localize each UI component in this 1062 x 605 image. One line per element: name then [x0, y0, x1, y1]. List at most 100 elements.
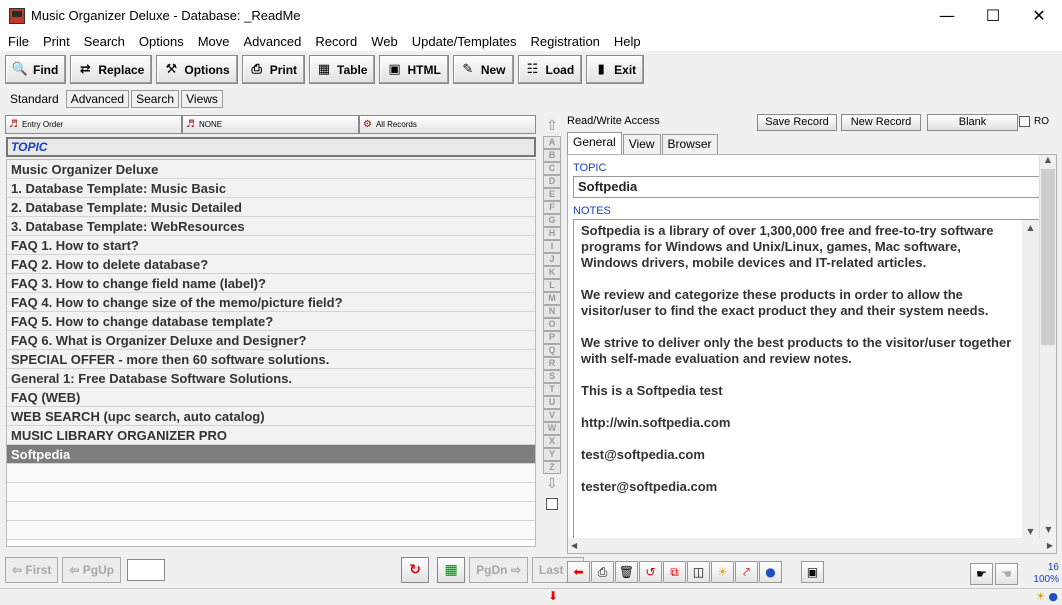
menu-help[interactable]: Help — [607, 34, 648, 49]
tab-view[interactable]: View — [622, 134, 661, 154]
alphabet-letter-f[interactable]: F — [543, 201, 561, 214]
menu-update-templates[interactable]: Update/Templates — [405, 34, 524, 49]
calculator-icon[interactable]: ▦ — [437, 556, 466, 583]
alphabet-letter-q[interactable]: Q — [543, 344, 561, 357]
globe-icon[interactable]: ● — [759, 561, 782, 583]
alphabet-letter-t[interactable]: T — [543, 383, 561, 396]
goto-record-input[interactable] — [127, 558, 166, 581]
pgdn-button[interactable]: PgDn ⇨ — [469, 556, 528, 583]
alphabet-letter-b[interactable]: B — [543, 149, 561, 162]
list-item[interactable]: FAQ 2. How to delete database? — [7, 255, 535, 274]
alphabet-letter-v[interactable]: V — [543, 409, 561, 422]
scroll-up-icon[interactable]: ⇧ — [542, 116, 562, 136]
list-item[interactable]: General 1: Free Database Software Soluti… — [7, 369, 535, 388]
status-globe-icon[interactable]: ● — [1048, 590, 1058, 603]
alphabet-letter-j[interactable]: J — [543, 253, 561, 266]
alphabet-letter-l[interactable]: L — [543, 279, 561, 292]
scroll-left-arrow-icon[interactable]: ◀ — [571, 541, 577, 550]
first-button[interactable]: ⇦ First — [5, 556, 59, 583]
scroll-down-arrow-icon[interactable]: ▼ — [1022, 524, 1039, 538]
alphabet-letter-d[interactable]: D — [543, 175, 561, 188]
hint-bulb-icon[interactable]: ☀ — [1036, 590, 1046, 603]
alphabet-letter-p[interactable]: P — [543, 331, 561, 344]
delete-icon[interactable]: 🗑 — [615, 561, 638, 583]
form-vertical-scrollbar[interactable]: ▲ ▼ — [1039, 155, 1056, 539]
tab-general[interactable]: General — [567, 132, 622, 154]
html-button[interactable]: ▣ HTML — [379, 55, 449, 84]
lightbulb-icon[interactable]: ☀ — [711, 561, 734, 583]
new-record-button[interactable]: New Record — [841, 114, 921, 131]
alphabet-letter-a[interactable]: A — [543, 136, 561, 149]
alphabet-letter-u[interactable]: U — [543, 396, 561, 409]
print-record-icon[interactable]: ⎙ — [591, 561, 614, 583]
read-only-toggle[interactable]: RO — [1019, 116, 1049, 127]
alphabet-letter-z[interactable]: Z — [543, 461, 561, 474]
list-item[interactable]: FAQ (WEB) — [7, 388, 535, 407]
undo-icon[interactable]: ↺ — [639, 561, 662, 583]
load-button[interactable]: ☷ Load — [517, 55, 583, 84]
pointer-right-icon[interactable]: ☚ — [995, 563, 1018, 585]
tab-views[interactable]: Views — [181, 90, 223, 108]
menu-file[interactable]: File — [1, 34, 36, 49]
menu-registration[interactable]: Registration — [524, 34, 607, 49]
sort-order-button[interactable]: ♬ Entry Order — [5, 115, 182, 134]
list-item[interactable]: WEB SEARCH (upc search, auto catalog) — [7, 407, 535, 426]
scroll-up-arrow-icon[interactable]: ▲ — [1022, 220, 1039, 234]
scroll-right-arrow-icon[interactable]: ▶ — [1047, 541, 1053, 550]
alphabet-letter-k[interactable]: K — [543, 266, 561, 279]
list-item[interactable]: SPECIAL OFFER - more then 60 software so… — [7, 350, 535, 369]
alphabet-letter-x[interactable]: X — [543, 435, 561, 448]
blank-button[interactable]: Blank — [927, 114, 1018, 131]
tab-search[interactable]: Search — [131, 90, 180, 108]
alphabet-letter-g[interactable]: G — [543, 214, 561, 227]
maximize-button[interactable]: ☐ — [970, 0, 1016, 31]
menu-move[interactable]: Move — [191, 34, 237, 49]
alphabet-letter-n[interactable]: N — [543, 305, 561, 318]
list-item[interactable]: MUSIC LIBRARY ORGANIZER PRO — [7, 426, 535, 445]
save-disk-icon[interactable]: ▣ — [801, 561, 824, 583]
find-button[interactable]: 🔍 Find — [5, 55, 67, 84]
exit-button[interactable]: ▮ Exit — [586, 55, 645, 84]
menu-options[interactable]: Options — [132, 34, 191, 49]
table-button[interactable]: ▦ Table — [309, 55, 376, 84]
new-button[interactable]: ✎ New — [452, 55, 514, 84]
alphabet-letter-r[interactable]: R — [543, 357, 561, 370]
copy-record-icon[interactable]: ⧉ — [663, 561, 686, 583]
list-item-selected[interactable]: Softpedia — [7, 445, 535, 464]
list-item[interactable]: FAQ 4. How to change size of the memo/pi… — [7, 293, 535, 312]
menu-search[interactable]: Search — [77, 34, 132, 49]
topic-field[interactable]: Softpedia — [573, 176, 1040, 198]
tab-standard[interactable]: Standard — [5, 90, 64, 108]
alphabet-letter-i[interactable]: I — [543, 240, 561, 253]
list-item[interactable]: 1. Database Template: Music Basic — [7, 179, 535, 198]
alphabet-letter-y[interactable]: Y — [543, 448, 561, 461]
list-item[interactable]: FAQ 1. How to start? — [7, 236, 535, 255]
records-filter-button[interactable]: ⚙ All Records — [359, 115, 536, 134]
menu-advanced[interactable]: Advanced — [237, 34, 309, 49]
back-arrow-icon[interactable]: ⬅ — [567, 561, 590, 583]
tab-advanced[interactable]: Advanced — [65, 90, 130, 108]
menu-print[interactable]: Print — [36, 34, 77, 49]
alphabet-letter-s[interactable]: S — [543, 370, 561, 383]
scroll-down-arrow-icon[interactable]: ▼ — [1040, 525, 1057, 539]
alphabet-letter-h[interactable]: H — [543, 227, 561, 240]
minimize-button[interactable]: — — [924, 0, 970, 31]
scroll-up-arrow-icon[interactable]: ▲ — [1040, 155, 1056, 169]
filter-button[interactable]: ♬ NONE — [182, 115, 359, 134]
alphabet-letter-e[interactable]: E — [543, 188, 561, 201]
list-item[interactable]: FAQ 6. What is Organizer Deluxe and Desi… — [7, 331, 535, 350]
import-icon[interactable]: ⤤ — [735, 561, 758, 583]
notes-field[interactable]: Softpedia is a library of over 1,300,000… — [573, 219, 1040, 539]
alphabet-letter-m[interactable]: M — [543, 292, 561, 305]
save-record-button[interactable]: Save Record — [757, 114, 837, 131]
menu-web[interactable]: Web — [364, 34, 405, 49]
pgup-button[interactable]: ⇦ PgUp — [62, 556, 122, 583]
scrollbar-thumb[interactable] — [1041, 169, 1055, 345]
form-horizontal-scrollbar[interactable]: ◀ ▶ — [568, 538, 1056, 553]
pointer-left-icon[interactable]: ☛ — [970, 563, 993, 585]
list-item[interactable]: FAQ 3. How to change field name (label)? — [7, 274, 535, 293]
menu-record[interactable]: Record — [308, 34, 364, 49]
ro-checkbox[interactable] — [1019, 116, 1030, 127]
list-item[interactable]: 2. Database Template: Music Detailed — [7, 198, 535, 217]
scroll-down-icon[interactable]: ⇩ — [542, 474, 562, 494]
